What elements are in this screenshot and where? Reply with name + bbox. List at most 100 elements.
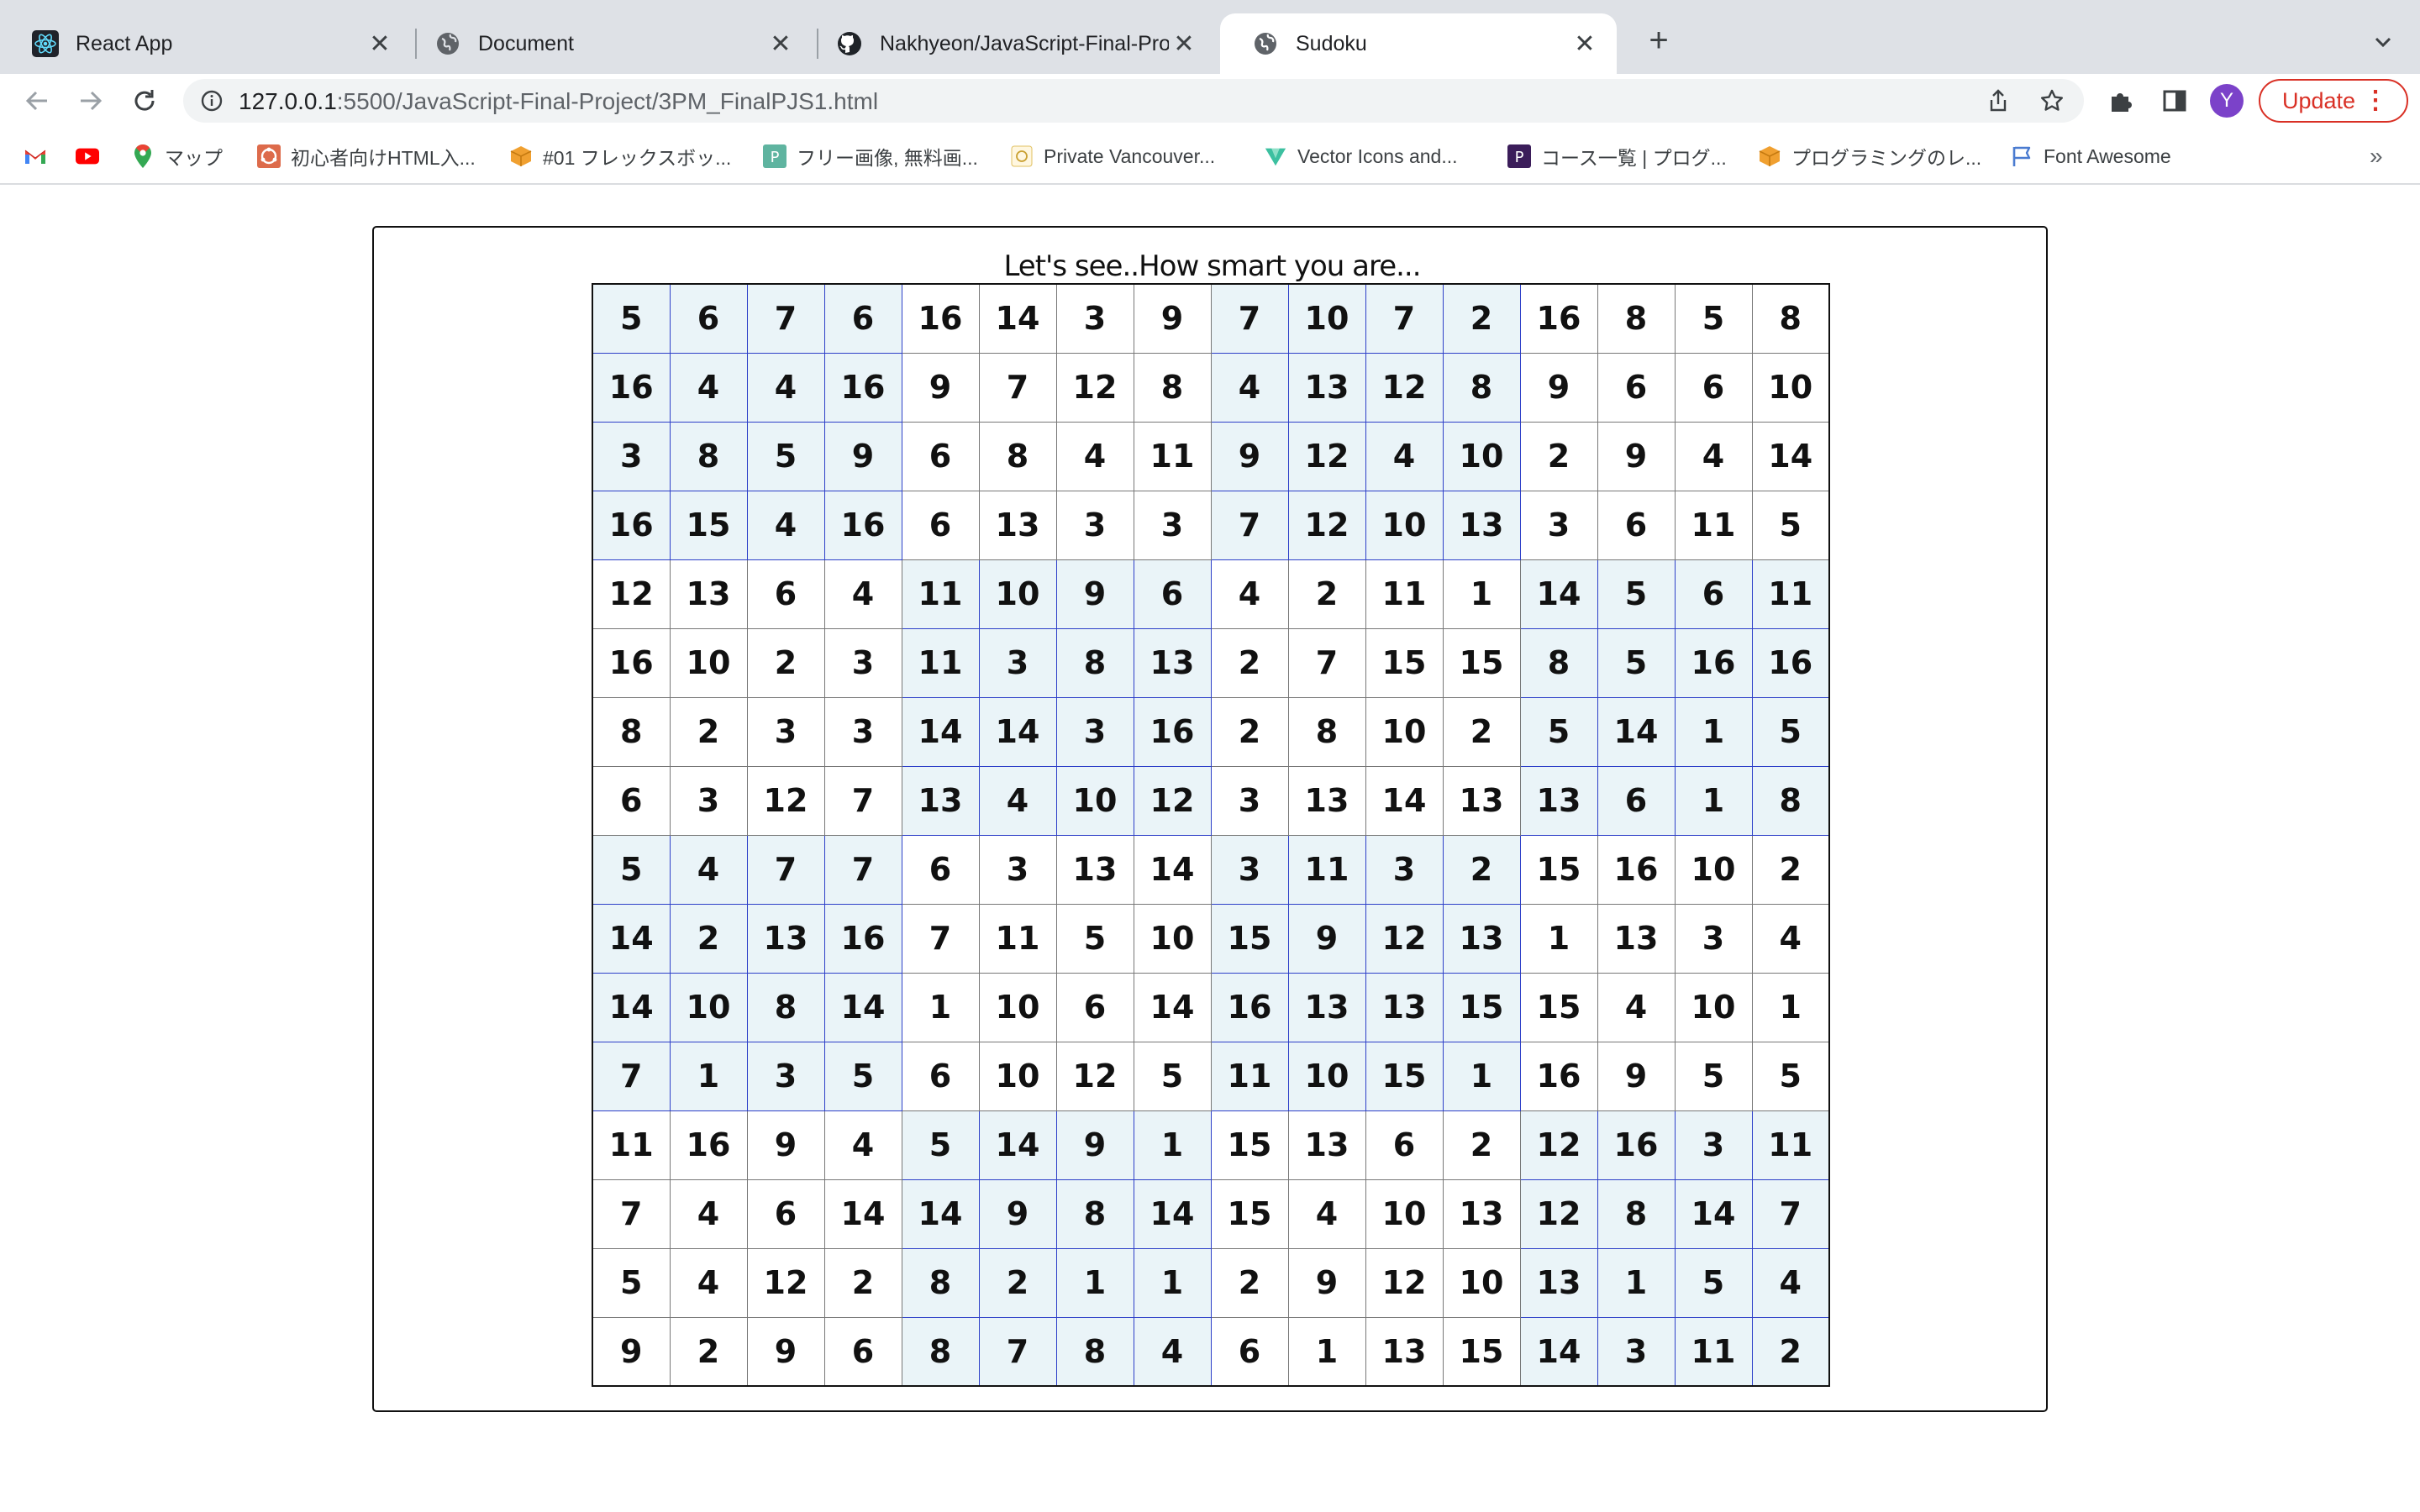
sudoku-cell[interactable]: 3 (1519, 490, 1598, 560)
close-icon[interactable]: ✕ (765, 29, 796, 59)
sudoku-cell[interactable]: 13 (669, 559, 748, 629)
sudoku-cell[interactable]: 3 (1597, 1316, 1676, 1387)
sudoku-cell[interactable]: 8 (1287, 696, 1366, 767)
sudoku-cell[interactable]: 16 (1597, 1110, 1676, 1180)
sudoku-cell[interactable]: 3 (978, 834, 1057, 905)
sudoku-cell[interactable]: 8 (901, 1316, 980, 1387)
sudoku-cell[interactable]: 4 (1674, 421, 1753, 491)
sudoku-cell[interactable]: 14 (1519, 1316, 1598, 1387)
sudoku-cell[interactable]: 15 (1365, 1041, 1444, 1111)
sudoku-cell[interactable]: 14 (978, 283, 1057, 354)
sudoku-cell[interactable]: 5 (1519, 696, 1598, 767)
sudoku-cell[interactable]: 16 (823, 490, 902, 560)
bookmark-programming[interactable]: プログラミングのレ... (1758, 139, 1981, 173)
sudoku-cell[interactable]: 12 (1287, 421, 1366, 491)
bookmark-gmail[interactable] (24, 139, 57, 173)
sudoku-cell[interactable]: 7 (1210, 490, 1289, 560)
sudoku-cell[interactable]: 15 (1210, 1110, 1289, 1180)
forward-button[interactable] (72, 82, 109, 119)
sudoku-cell[interactable]: 6 (1674, 352, 1753, 423)
bookmark-private-vancouver[interactable]: Private Vancouver... (1010, 139, 1215, 173)
sudoku-cell[interactable]: 8 (1055, 1179, 1134, 1249)
sudoku-cell[interactable]: 3 (746, 1041, 825, 1111)
sudoku-cell[interactable]: 4 (978, 765, 1057, 836)
sudoku-cell[interactable]: 3 (746, 696, 825, 767)
sudoku-cell[interactable]: 2 (1442, 1110, 1521, 1180)
sudoku-cell[interactable]: 8 (901, 1247, 980, 1318)
close-icon[interactable]: ✕ (1169, 29, 1199, 59)
bookmark-maps[interactable]: マップ (131, 139, 223, 173)
sudoku-cell[interactable]: 11 (1287, 834, 1366, 905)
sudoku-cell[interactable]: 15 (1519, 834, 1598, 905)
sudoku-cell[interactable]: 3 (1055, 696, 1134, 767)
tab-react-app[interactable]: React App ✕ (0, 13, 412, 74)
sudoku-cell[interactable]: 14 (1674, 1179, 1753, 1249)
sudoku-cell[interactable]: 8 (746, 972, 825, 1042)
info-icon[interactable] (198, 87, 225, 114)
sudoku-cell[interactable]: 9 (1287, 1247, 1366, 1318)
sudoku-cell[interactable]: 6 (1597, 352, 1676, 423)
sudoku-cell[interactable]: 13 (1287, 765, 1366, 836)
sudoku-cell[interactable]: 5 (592, 1247, 671, 1318)
bookmark-star-icon[interactable] (2039, 87, 2065, 114)
sudoku-cell[interactable]: 4 (1287, 1179, 1366, 1249)
sudoku-cell[interactable]: 15 (1442, 972, 1521, 1042)
sudoku-cell[interactable]: 8 (669, 421, 748, 491)
sudoku-cell[interactable]: 14 (592, 903, 671, 974)
sudoku-cell[interactable]: 12 (1519, 1110, 1598, 1180)
sudoku-cell[interactable]: 5 (1751, 490, 1830, 560)
sudoku-cell[interactable]: 4 (1133, 1316, 1212, 1387)
sudoku-cell[interactable]: 1 (1442, 1041, 1521, 1111)
sudoku-cell[interactable]: 5 (1674, 1247, 1753, 1318)
sudoku-cell[interactable]: 2 (669, 1316, 748, 1387)
sudoku-cell[interactable]: 7 (592, 1179, 671, 1249)
sudoku-cell[interactable]: 11 (1210, 1041, 1289, 1111)
sudoku-cell[interactable]: 11 (901, 627, 980, 698)
sudoku-cell[interactable]: 10 (1442, 421, 1521, 491)
sudoku-cell[interactable]: 10 (1365, 1179, 1444, 1249)
sudoku-cell[interactable]: 11 (1674, 490, 1753, 560)
sudoku-cell[interactable]: 1 (1751, 972, 1830, 1042)
sudoku-cell[interactable]: 5 (1055, 903, 1134, 974)
sudoku-cell[interactable]: 9 (1055, 559, 1134, 629)
sudoku-cell[interactable]: 15 (1442, 627, 1521, 698)
sudoku-cell[interactable]: 9 (1133, 283, 1212, 354)
sudoku-cell[interactable]: 9 (746, 1316, 825, 1387)
sudoku-cell[interactable]: 9 (592, 1316, 671, 1387)
sudoku-cell[interactable]: 6 (901, 1041, 980, 1111)
sudoku-cell[interactable]: 4 (669, 1179, 748, 1249)
sudoku-cell[interactable]: 13 (1287, 352, 1366, 423)
sudoku-cell[interactable]: 1 (1519, 903, 1598, 974)
tab-document[interactable]: Document ✕ (401, 13, 813, 74)
sudoku-cell[interactable]: 10 (978, 559, 1057, 629)
sudoku-cell[interactable]: 1 (1597, 1247, 1676, 1318)
sudoku-cell[interactable]: 6 (1365, 1110, 1444, 1180)
sudoku-cell[interactable]: 13 (1287, 1110, 1366, 1180)
sudoku-cell[interactable]: 16 (901, 283, 980, 354)
sudoku-cell[interactable]: 14 (901, 1179, 980, 1249)
sudoku-cell[interactable]: 10 (978, 972, 1057, 1042)
sudoku-cell[interactable]: 5 (592, 834, 671, 905)
sudoku-cell[interactable]: 2 (1751, 1316, 1830, 1387)
sudoku-cell[interactable]: 4 (746, 490, 825, 560)
sudoku-cell[interactable]: 7 (746, 834, 825, 905)
sudoku-cell[interactable]: 6 (1597, 765, 1676, 836)
sudoku-cell[interactable]: 11 (1751, 559, 1830, 629)
sudoku-cell[interactable]: 4 (669, 1247, 748, 1318)
sudoku-cell[interactable]: 11 (1751, 1110, 1830, 1180)
sudoku-cell[interactable]: 14 (1365, 765, 1444, 836)
sudoku-cell[interactable]: 1 (1055, 1247, 1134, 1318)
sudoku-cell[interactable]: 2 (1442, 283, 1521, 354)
sudoku-cell[interactable]: 1 (1442, 559, 1521, 629)
sudoku-cell[interactable]: 7 (901, 903, 980, 974)
sudoku-cell[interactable]: 16 (1751, 627, 1830, 698)
sudoku-cell[interactable]: 2 (1751, 834, 1830, 905)
sudoku-cell[interactable]: 6 (823, 283, 902, 354)
sudoku-cell[interactable]: 10 (1287, 1041, 1366, 1111)
sudoku-cell[interactable]: 6 (1210, 1316, 1289, 1387)
sudoku-cell[interactable]: 16 (592, 627, 671, 698)
side-panel-icon[interactable] (2158, 84, 2191, 118)
bookmark-free-images[interactable]: P フリー画像, 無料画... (763, 139, 978, 173)
sudoku-cell[interactable]: 4 (1055, 421, 1134, 491)
sudoku-cell[interactable]: 12 (1365, 1247, 1444, 1318)
